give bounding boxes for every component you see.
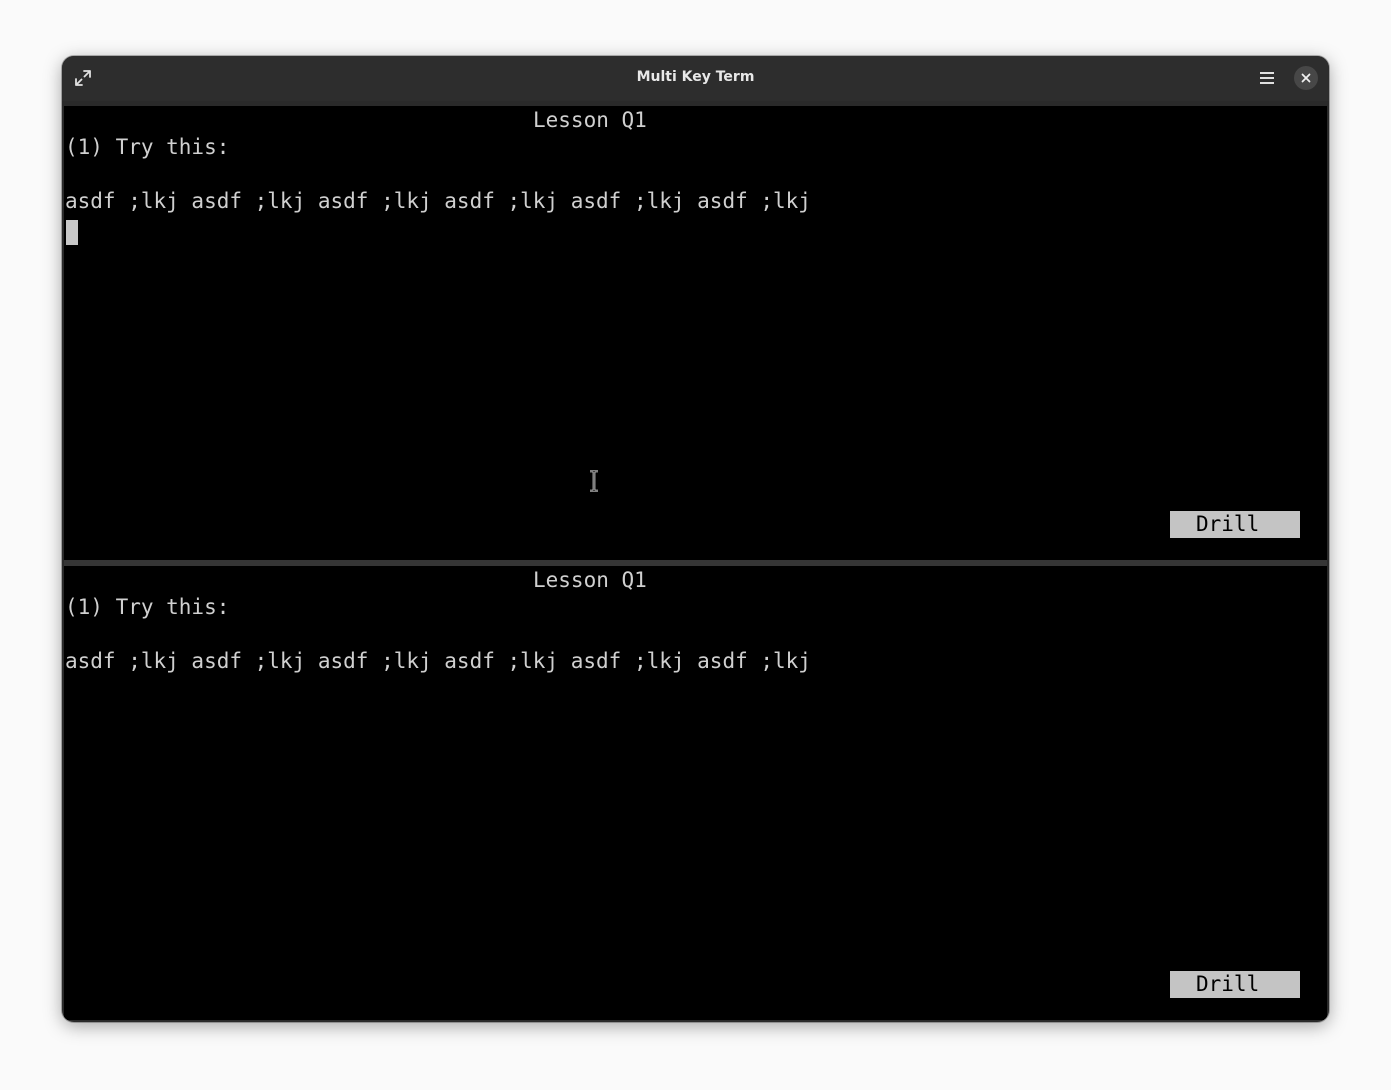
lesson-title: Lesson Q1 <box>533 108 647 132</box>
close-icon <box>1301 73 1311 83</box>
lesson-instruction: (1) Try this: <box>65 135 230 159</box>
terminal-area: Lesson Q1 (1) Try this: asdf ;lkj asdf ;… <box>64 101 1327 1020</box>
mode-status-badge: Drill <box>1170 971 1300 998</box>
titlebar[interactable]: Multi Key Term <box>62 56 1329 101</box>
window-title: Multi Key Term <box>636 69 755 85</box>
text-cursor <box>66 220 78 245</box>
lesson-instruction: (1) Try this: <box>65 595 230 619</box>
drill-text: asdf ;lkj asdf ;lkj asdf ;lkj asdf ;lkj … <box>65 189 811 213</box>
lesson-title: Lesson Q1 <box>533 568 647 592</box>
close-button[interactable] <box>1294 66 1318 90</box>
terminal-pane-bottom[interactable]: Lesson Q1 (1) Try this: asdf ;lkj asdf ;… <box>64 566 1327 1020</box>
drill-text: asdf ;lkj asdf ;lkj asdf ;lkj asdf ;lkj … <box>65 649 811 673</box>
ibeam-cursor-icon <box>590 470 598 492</box>
mode-status-badge: Drill <box>1170 511 1300 538</box>
hamburger-menu-icon <box>1260 72 1274 84</box>
terminal-pane-top[interactable]: Lesson Q1 (1) Try this: asdf ;lkj asdf ;… <box>64 106 1327 560</box>
menu-button[interactable] <box>1254 65 1280 91</box>
app-window: Multi Key Term Lesson Q1 (1) Try this: a… <box>62 56 1329 1022</box>
